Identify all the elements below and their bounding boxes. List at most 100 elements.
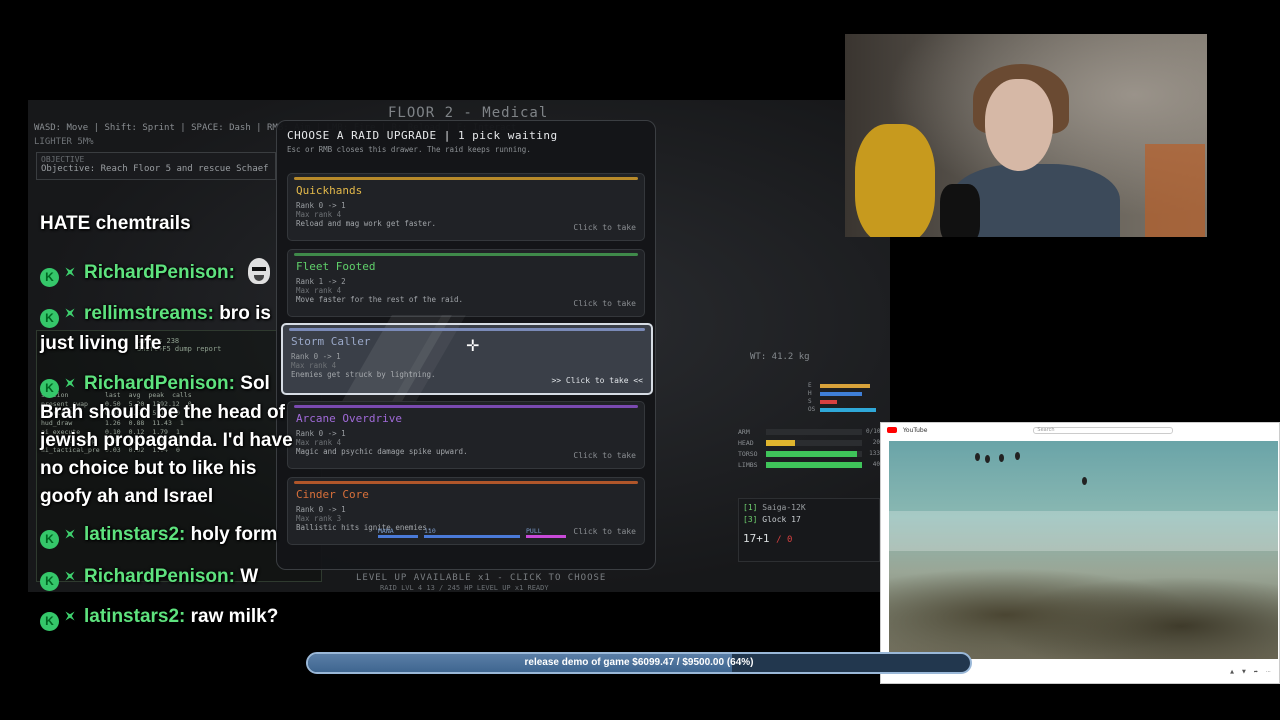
upgrade-card-fleet-footed[interactable]: Fleet Footed Rank 1 -> 2 Max rank 4 Move fa… bbox=[287, 249, 645, 317]
chat-username[interactable]: RichardPenison: bbox=[84, 566, 235, 587]
upgrade-rank: Rank 1 -> 2 bbox=[296, 277, 346, 286]
more-icon[interactable]: ⋯ bbox=[1266, 669, 1271, 679]
upgrade-card-quickhands[interactable]: Quickhands Rank 0 -> 1 Max rank 4 Reload an… bbox=[287, 173, 645, 241]
drawer-subtitle: Esc or RMB closes this drawer. The raid … bbox=[287, 145, 531, 154]
chat-message: jewish propaganda. I'd have bbox=[40, 430, 293, 451]
upgrade-rank: Rank 0 -> 1 bbox=[296, 201, 346, 210]
card-accent-line bbox=[294, 481, 638, 484]
video-rocks bbox=[889, 549, 1278, 659]
card-accent-line bbox=[294, 253, 638, 256]
click-to-take-button[interactable]: Click to take bbox=[573, 451, 636, 460]
health-key: LIMBS bbox=[738, 460, 758, 469]
like-icon[interactable]: ▲ bbox=[1230, 669, 1234, 679]
card-accent-line bbox=[289, 328, 645, 331]
upgrade-name: Fleet Footed bbox=[296, 260, 376, 273]
chat-line: K RichardPenison: bbox=[40, 258, 271, 287]
chat-username[interactable]: rellimstreams: bbox=[84, 303, 214, 324]
level-up-prompt[interactable]: LEVEL UP AVAILABLE x1 - CLICK TO CHOOSE bbox=[356, 573, 606, 583]
resource-bar-group: MANA bbox=[378, 527, 418, 538]
status-key: OS bbox=[808, 406, 816, 413]
chat-line: Brah should be the head of bbox=[40, 403, 285, 423]
chat-username[interactable]: RichardPenison: bbox=[84, 373, 235, 394]
objective-header: OBJECTIVE bbox=[41, 155, 85, 164]
video-swimmer bbox=[985, 455, 990, 463]
status-bar bbox=[820, 383, 871, 388]
resource-label: 110 bbox=[424, 527, 436, 535]
sparkle-badge-icon bbox=[61, 304, 79, 322]
youtube-video-player[interactable] bbox=[889, 441, 1278, 659]
upgrade-card-storm-caller[interactable]: Storm Caller Rank 0 -> 1 Max rank 4 Enemies… bbox=[281, 315, 653, 415]
click-to-take-button[interactable]: >> Click to take << bbox=[551, 376, 643, 385]
health-fill bbox=[766, 439, 795, 446]
objective-text: Objective: Reach Floor 5 and rescue Scha… bbox=[41, 164, 269, 174]
video-wave bbox=[889, 511, 1278, 551]
resource-bar-group: PULL bbox=[526, 527, 566, 538]
ammo-counter: 17+1 / 0 bbox=[743, 532, 793, 545]
weapon-slot[interactable]: [1] Saiga-12K bbox=[743, 502, 875, 514]
upgrade-max-rank: Max rank 4 bbox=[296, 286, 342, 295]
youtube-brand: YouTube bbox=[903, 426, 928, 434]
youtube-logo-icon bbox=[887, 427, 897, 433]
chat-line: just living life bbox=[40, 334, 161, 354]
chat-username[interactable]: latinstars2: bbox=[84, 606, 185, 627]
health-value: 0/100 bbox=[866, 428, 885, 435]
share-icon[interactable]: ➦ bbox=[1254, 669, 1258, 679]
upgrade-max-rank: Max rank 4 bbox=[296, 438, 342, 447]
youtube-search-input[interactable]: Search bbox=[1033, 426, 1174, 434]
health-row: LIMBS 40 bbox=[738, 459, 880, 470]
kick-badge-icon: K bbox=[40, 379, 59, 398]
weapon-panel: [1] Saiga-12K [3] Glock 17 17+1 / 0 bbox=[738, 498, 880, 562]
drawer-title: CHOOSE A RAID UPGRADE | 1 pick waiting bbox=[287, 129, 558, 142]
upgrade-rank: Rank 0 -> 1 bbox=[296, 505, 346, 514]
body-health-panel: ARM 0/100 HEAD 20 TORSO 133 LIMBS 40 bbox=[738, 426, 885, 470]
card-accent-line bbox=[294, 405, 638, 408]
health-row: HEAD 20 bbox=[738, 437, 880, 448]
streamer-face bbox=[985, 79, 1053, 171]
dislike-icon[interactable]: ▼ bbox=[1242, 669, 1246, 679]
health-row: TORSO 133 bbox=[738, 448, 880, 459]
chat-line: goofy ah and Israel bbox=[40, 487, 213, 507]
status-key: E bbox=[808, 382, 812, 389]
webcam-yellow-chair bbox=[855, 124, 935, 237]
resource-bar bbox=[378, 535, 418, 538]
chat-line: Klatinstars2: holy form bbox=[40, 525, 277, 549]
health-fill bbox=[766, 461, 862, 468]
upgrade-card-arcane-overdrive[interactable]: Arcane Overdrive Rank 0 -> 1 Max rank 4 Mag… bbox=[287, 401, 645, 469]
status-row: OS bbox=[808, 406, 882, 413]
click-to-take-button[interactable]: Click to take bbox=[573, 299, 636, 308]
health-track bbox=[766, 450, 862, 457]
chat-line: jewish propaganda. I'd have bbox=[40, 431, 293, 451]
chat-username[interactable]: RichardPenison: bbox=[84, 262, 235, 283]
health-track bbox=[766, 461, 862, 468]
weapon-list: [1] Saiga-12K [3] Glock 17 bbox=[743, 502, 875, 526]
click-to-take-button[interactable]: Click to take bbox=[573, 527, 636, 536]
chat-line: Klatinstars2: raw milk? bbox=[40, 607, 278, 631]
chat-message: W bbox=[240, 566, 259, 587]
chat-message: goofy ah and Israel bbox=[40, 486, 214, 507]
chat-message: Brah should be the head of bbox=[40, 402, 285, 423]
chat-line: K RichardPenison: Sol bbox=[40, 374, 270, 398]
health-track bbox=[766, 439, 862, 446]
weapon-slot-number: [3] bbox=[743, 515, 758, 524]
floor-title: FLOOR 2 - Medical bbox=[388, 105, 549, 121]
upgrade-card-cinder-core[interactable]: Cinder Core Rank 0 -> 1 Max rank 3 Ballisti… bbox=[287, 477, 645, 545]
chat-message: HATE chemtrails bbox=[40, 213, 191, 234]
resource-label: PULL bbox=[526, 527, 542, 535]
video-swimmer bbox=[1082, 477, 1087, 485]
upgrade-rank: Rank 0 -> 1 bbox=[296, 429, 346, 438]
health-key: HEAD bbox=[738, 438, 754, 447]
health-key: TORSO bbox=[738, 449, 758, 458]
weapon-slot[interactable]: [3] Glock 17 bbox=[743, 514, 875, 526]
weight-readout: WT: 41.2 kg bbox=[750, 352, 810, 362]
youtube-window[interactable]: YouTube Search ▲ ▼ ➦ ⋯ bbox=[880, 422, 1280, 684]
chat-message: bro is bbox=[219, 303, 271, 324]
click-to-take-button[interactable]: Click to take bbox=[573, 223, 636, 232]
weapon-name: Glock 17 bbox=[762, 515, 801, 524]
chat-username[interactable]: latinstars2: bbox=[84, 524, 185, 545]
sparkle-badge-icon bbox=[61, 374, 79, 392]
stream-layout: FLOOR 2 - Medical WASD: Move | Shift: Sp… bbox=[0, 0, 1280, 720]
health-value: 133 bbox=[869, 450, 880, 457]
health-fill bbox=[766, 450, 858, 457]
status-key: H bbox=[808, 390, 812, 397]
status-bars: E H S OS bbox=[808, 382, 882, 414]
